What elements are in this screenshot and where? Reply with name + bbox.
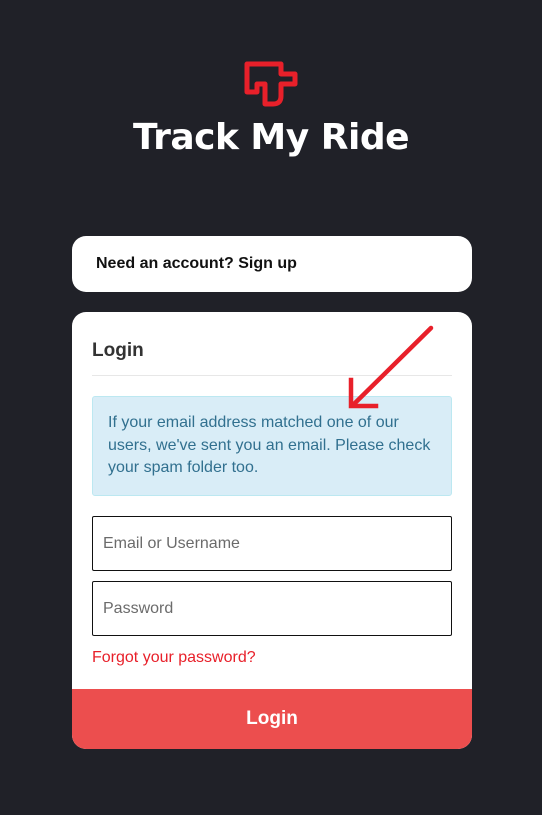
red-arrow-icon (348, 325, 434, 409)
login-button[interactable]: Login (72, 689, 472, 749)
signup-link[interactable]: Need an account? Sign up (96, 255, 297, 273)
brand-header: Track My Ride (0, 60, 542, 160)
email-username-input[interactable] (92, 516, 452, 571)
login-heading: Login (92, 340, 144, 361)
track-my-ride-logo-icon (244, 61, 298, 107)
password-input[interactable] (92, 581, 452, 636)
signup-card[interactable]: Need an account? Sign up (72, 236, 472, 292)
brand-name: Track My Ride (132, 117, 410, 158)
forgot-password-link[interactable]: Forgot your password? (92, 649, 256, 667)
